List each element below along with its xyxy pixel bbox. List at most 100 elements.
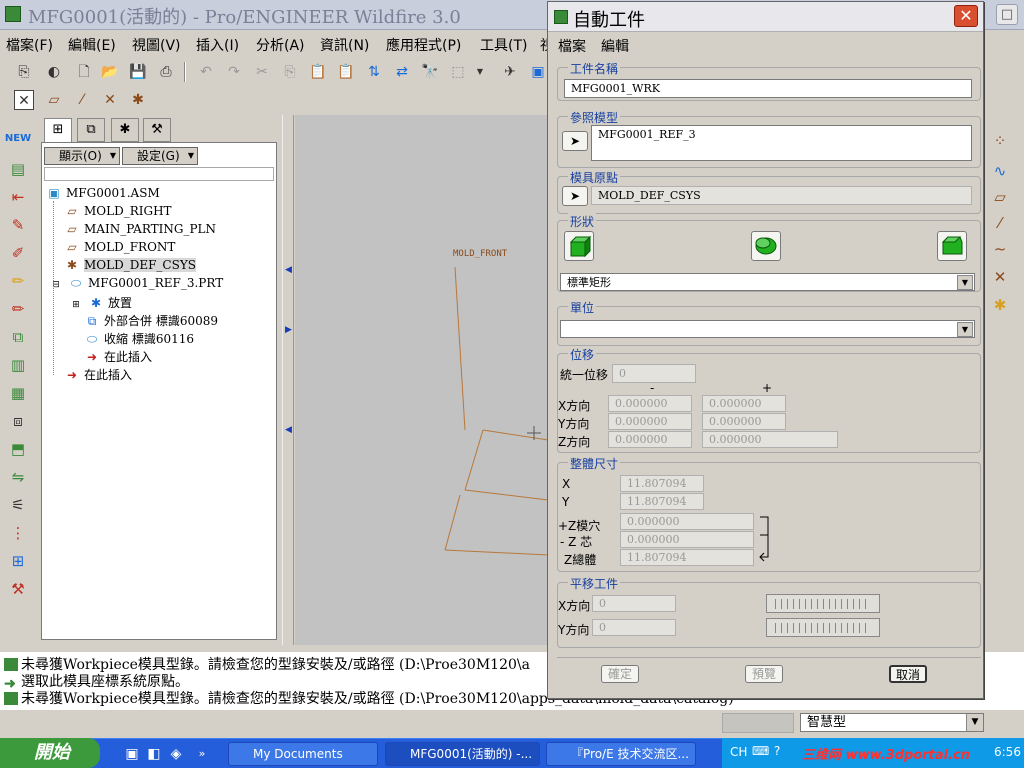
redo-icon[interactable]: ↷ <box>224 62 244 82</box>
unit-select[interactable]: ▼ <box>560 320 975 338</box>
shape-custom-button[interactable] <box>937 231 967 261</box>
z-minus-input[interactable]: 0.000000 <box>608 431 692 448</box>
close-window-icon[interactable]: ✕ <box>14 90 34 110</box>
tree-item-merge[interactable]: ⧉ 外部合併 標識60089 <box>84 312 218 329</box>
find-icon[interactable]: 🔭 <box>420 62 440 82</box>
app-icon[interactable]: ◧ <box>144 744 164 764</box>
waterline-icon[interactable]: ⋮ <box>3 520 33 546</box>
preview-button[interactable]: 預覽 <box>745 665 783 683</box>
keyboard-icon[interactable]: ⌨ <box>752 744 769 758</box>
mold-volume-icon[interactable]: ▥ <box>3 352 33 378</box>
tree-search-field[interactable] <box>44 167 274 181</box>
interference-icon[interactable]: ⚒ <box>3 576 33 602</box>
close-button[interactable]: ✕ <box>954 5 978 27</box>
tab-model-tree[interactable]: ⊞ <box>44 118 72 142</box>
split-volume-icon[interactable]: ⧉ <box>3 324 33 350</box>
menu-applications[interactable]: 應用程式(P) <box>386 35 461 55</box>
shape-cylinder-button[interactable] <box>751 231 781 261</box>
datum-plane-tool-icon[interactable]: ▱ <box>988 184 1012 210</box>
tab-folder-browser[interactable]: ⧉ <box>77 118 105 142</box>
overall-x-input[interactable]: 11.807094 <box>620 475 704 492</box>
datum-point-display-icon[interactable]: ✕ <box>100 90 120 110</box>
x-plus-input[interactable]: 0.000000 <box>702 395 786 412</box>
regenerate-icon[interactable]: ⇅ <box>364 62 384 82</box>
workpiece-name-input[interactable]: MFG0001_WRK <box>564 79 972 98</box>
print-icon[interactable]: ⎙ <box>156 62 176 82</box>
menu-insert[interactable]: 插入(I) <box>196 35 239 55</box>
ok-button[interactable]: 確定 <box>601 665 639 683</box>
menu-analysis[interactable]: 分析(A) <box>256 35 305 55</box>
tree-item-placement[interactable]: ⊞ ✱ 放置 <box>68 294 132 311</box>
menu-view[interactable]: 視圖(V) <box>132 35 181 55</box>
paste-icon[interactable]: 📋 <box>308 62 328 82</box>
csys-display-icon[interactable]: ✱ <box>128 90 148 110</box>
expand-icon[interactable]: ⊞ <box>68 300 84 310</box>
runner-icon[interactable]: ⚟ <box>3 492 33 518</box>
z-cavity-input[interactable]: 0.000000 <box>620 513 754 530</box>
dialog-menu-file[interactable]: 檔案 <box>558 36 586 56</box>
copy-attributes-icon[interactable]: ⎘ <box>14 62 34 82</box>
tree-item-mold-def-csys[interactable]: ✱ MOLD_DEF_CSYS <box>64 258 196 272</box>
app-icon[interactable]: ◈ <box>166 744 186 764</box>
new-mold-icon[interactable]: NEW <box>3 126 33 152</box>
parting-surface-icon[interactable]: ✐ <box>3 240 33 266</box>
datum-axis-tool-icon[interactable]: ⁄ <box>988 210 1012 236</box>
x-minus-input[interactable]: 0.000000 <box>608 395 692 412</box>
select-box-icon[interactable]: ⬚ <box>448 62 468 82</box>
datum-curve-tool-icon[interactable]: ∼ <box>988 236 1012 262</box>
ejector-icon[interactable]: ⊞ <box>3 548 33 574</box>
shape-select[interactable]: 標準矩形 ▼ <box>560 273 975 291</box>
overall-y-input[interactable]: 11.807094 <box>620 493 704 510</box>
select-origin-button[interactable]: ➤ <box>562 186 588 206</box>
tree-item-mold-front[interactable]: ▱ MOLD_FRONT <box>64 240 175 254</box>
z-plus-input[interactable]: 0.000000 <box>702 431 838 448</box>
paste-special-icon[interactable]: 📋 <box>336 62 356 82</box>
y-minus-input[interactable]: 0.000000 <box>608 413 692 430</box>
cut-icon[interactable]: ✂ <box>252 62 272 82</box>
panel-splitter[interactable]: ◀ ▶ ◀ <box>282 115 294 645</box>
z-core-input[interactable]: 0.000000 <box>620 531 754 548</box>
tree-item-insert-here-asm[interactable]: ➜ 在此插入 <box>64 366 132 383</box>
mold-origin-field[interactable]: MOLD_DEF_CSYS <box>591 186 972 205</box>
translate-y-slider[interactable] <box>766 618 880 637</box>
collapse-icon[interactable]: ⊟ <box>48 280 64 290</box>
tab-connections[interactable]: ⚒ <box>143 118 171 142</box>
menu-tools[interactable]: 工具(T) <box>480 35 527 55</box>
casting-icon[interactable]: ⬒ <box>3 436 33 462</box>
graphics-viewport[interactable]: MOLD_FRONT <box>295 115 548 645</box>
tree-item-insert-here-part[interactable]: ➜ 在此插入 <box>84 348 152 365</box>
datum-point-tool-icon[interactable]: ✕ <box>988 264 1012 290</box>
pdf-icon[interactable]: ▣ <box>122 744 142 764</box>
tree-item-ref-part[interactable]: ⊟ ⬭ MFG0001_REF_3.PRT <box>48 276 223 291</box>
tree-item-main-parting[interactable]: ▱ MAIN_PARTING_PLN <box>64 222 216 236</box>
tree-item-mold-right[interactable]: ▱ MOLD_RIGHT <box>64 204 171 218</box>
restore-button[interactable]: □ <box>996 4 1018 25</box>
more-icon[interactable]: » <box>192 744 212 764</box>
start-button[interactable]: 開始 <box>0 738 100 768</box>
undo-icon[interactable]: ↶ <box>196 62 216 82</box>
sketch-curve-icon[interactable]: ∿ <box>988 158 1012 184</box>
datum-plane-display-icon[interactable]: ▱ <box>44 90 64 110</box>
menu-info[interactable]: 資訊(N) <box>320 35 369 55</box>
expand-right-icon[interactable]: ▶ <box>285 325 292 335</box>
cancel-button[interactable]: 取消 <box>889 665 927 683</box>
ref-model-field[interactable]: MFG0001_REF_3 <box>591 125 972 161</box>
tab-favorites[interactable]: ✱ <box>111 118 139 142</box>
task-proe[interactable]: MFG0001(活動的) -... <box>385 742 540 766</box>
y-plus-input[interactable]: 0.000000 <box>702 413 786 430</box>
select-ref-model-button[interactable]: ➤ <box>562 131 588 151</box>
menu-file[interactable]: 檔案(F) <box>6 35 53 55</box>
collapse-left-icon[interactable]: ◀ <box>285 265 292 275</box>
save-icon[interactable]: 💾 <box>128 62 148 82</box>
dialog-menu-edit[interactable]: 編輯 <box>601 36 629 56</box>
csys-tool-icon[interactable]: ✱ <box>988 292 1012 318</box>
translate-x-slider[interactable] <box>766 594 880 613</box>
translate-x-input[interactable]: 0 <box>592 595 676 612</box>
draft-check-icon[interactable]: ✎ <box>3 212 33 238</box>
new-file-icon[interactable]: 🗋 <box>74 62 94 82</box>
workpiece-icon[interactable]: ▤ <box>3 156 33 182</box>
shape-rectangle-button[interactable] <box>564 231 594 261</box>
copy-icon[interactable]: ⎘ <box>280 62 300 82</box>
skirt-icon[interactable]: ✏ <box>3 296 33 322</box>
task-browser[interactable]: 『Pro/E 技术交流区... <box>546 742 696 766</box>
